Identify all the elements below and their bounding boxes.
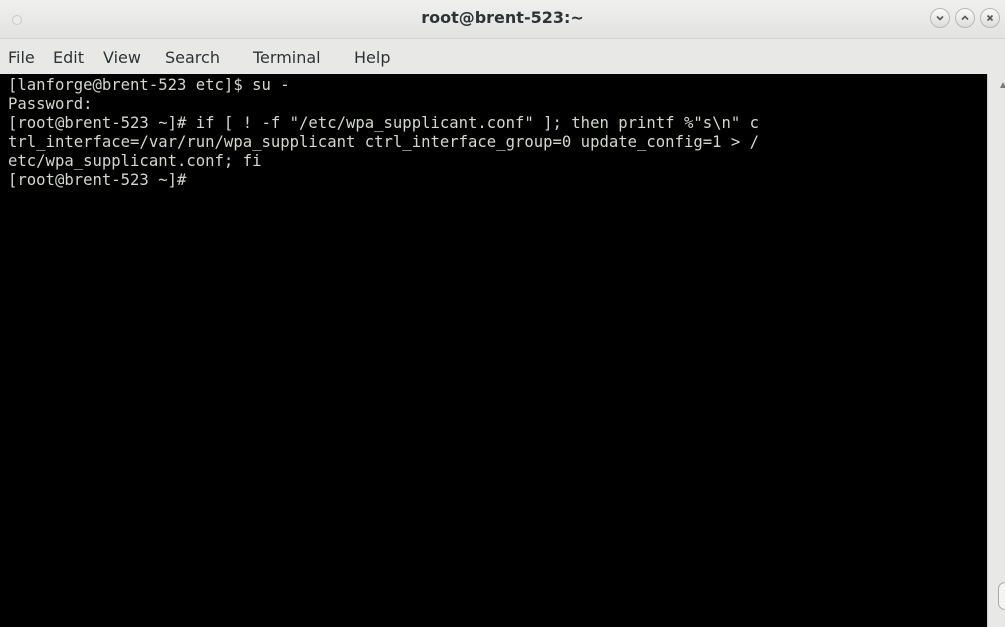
menu-bar: File Edit View Search Terminal Help [0,39,1005,74]
menu-file[interactable]: File [8,48,35,67]
maximize-button[interactable] [955,8,975,28]
window-title: root@brent-523:~ [421,8,584,27]
terminal-scrollbar[interactable] [987,74,1005,627]
title-bar[interactable]: root@brent-523:~ [0,0,1005,39]
terminal-output[interactable]: [lanforge@brent-523 etc]$ su - Password:… [0,74,987,627]
minimize-button[interactable] [930,8,950,28]
chevron-down-icon [936,15,944,21]
menu-search[interactable]: Search [165,48,220,67]
menu-view[interactable]: View [103,48,141,67]
terminal-line: [lanforge@brent-523 etc]$ su - [8,76,290,94]
terminal-line: Password: [8,95,93,113]
close-icon [986,14,994,22]
scroll-up-icon[interactable] [1000,82,1005,88]
terminal-window: root@brent-523:~ File Edit View Search T… [0,0,1005,627]
terminal-line: trl_interface=/var/run/wpa_supplicant ct… [8,133,760,151]
menu-edit[interactable]: Edit [53,48,84,67]
terminal-line: etc/wpa_supplicant.conf; fi [8,152,262,170]
terminal-line: [root@brent-523 ~]# if [ ! -f "/etc/wpa_… [8,114,760,132]
terminal-prompt-line: [root@brent-523 ~]# [8,171,196,189]
close-button[interactable] [980,8,1000,28]
menu-help[interactable]: Help [354,48,390,67]
chevron-up-icon [961,15,969,21]
menu-terminal[interactable]: Terminal [253,48,321,67]
scrollbar-thumb[interactable] [998,582,1005,610]
